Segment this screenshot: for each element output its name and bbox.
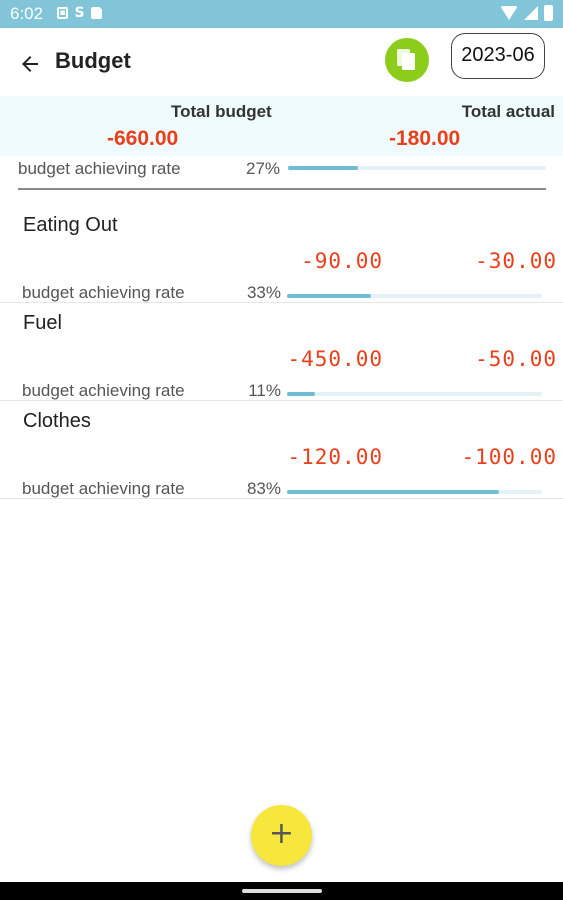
add-budget-button[interactable]: + xyxy=(251,805,312,866)
notification-icon: ▪ xyxy=(57,7,68,19)
item-actual: -50.00 xyxy=(475,347,557,371)
item-progress-fill xyxy=(287,392,316,396)
item-budget: -120.00 xyxy=(287,445,383,469)
summary-progress-bar xyxy=(288,166,546,170)
system-nav-bar xyxy=(0,882,563,900)
total-budget-value: -660.00 xyxy=(107,127,179,150)
s-icon: S xyxy=(74,5,85,21)
item-budget: -450.00 xyxy=(287,347,383,371)
totals-panel: Total budget Total actual -660.00 -180.0… xyxy=(0,96,563,156)
item-progress-fill xyxy=(287,490,499,494)
item-name: Clothes xyxy=(23,410,91,432)
summary-rate-row: budget achieving rate 27% xyxy=(0,156,563,190)
item-rate-percent: 11% xyxy=(248,381,281,400)
budget-item-fuel[interactable]: Fuel -450.00 -50.00 budget achieving rat… xyxy=(0,301,563,401)
item-name: Fuel xyxy=(23,312,62,334)
item-progress-bar xyxy=(287,294,542,298)
summary-progress-fill xyxy=(288,166,358,170)
total-actual-label: Total actual xyxy=(461,102,555,121)
summary-rate-percent: 27% xyxy=(246,159,281,178)
summary-rate-label: budget achieving rate xyxy=(18,159,181,178)
status-time: 6:02 xyxy=(10,4,44,23)
budget-item-eating-out[interactable]: Eating Out -90.00 -30.00 budget achievin… xyxy=(0,203,563,303)
app-bar: Budget 2023-06 xyxy=(0,28,563,96)
total-budget-label: Total budget xyxy=(171,102,272,121)
copy-icon xyxy=(397,49,415,70)
item-rate-label: budget achieving rate xyxy=(22,283,185,302)
summary-divider xyxy=(18,188,546,190)
status-bar: 6:02 ▪ S xyxy=(0,0,563,28)
month-selector-button[interactable]: 2023-06 xyxy=(451,33,545,79)
cell-signal-icon xyxy=(524,6,538,20)
home-gesture-handle[interactable] xyxy=(242,889,322,893)
status-right-icons xyxy=(500,5,553,21)
item-actual: -30.00 xyxy=(475,249,557,273)
copy-button[interactable] xyxy=(385,38,429,82)
divider xyxy=(0,498,563,499)
item-rate-label: budget achieving rate xyxy=(22,479,185,498)
wifi-icon xyxy=(500,6,518,20)
battery-icon xyxy=(544,5,553,21)
status-left-icons: ▪ S xyxy=(57,5,102,21)
page-title: Budget xyxy=(55,48,131,73)
item-name: Eating Out xyxy=(23,214,118,236)
item-progress-fill xyxy=(287,294,372,298)
item-rate-label: budget achieving rate xyxy=(22,381,185,400)
item-rate-percent: 33% xyxy=(246,283,281,302)
total-actual-value: -180.00 xyxy=(389,127,461,150)
sd-card-icon xyxy=(91,7,102,19)
arrow-back-icon[interactable] xyxy=(18,52,42,76)
item-rate-percent: 83% xyxy=(246,479,281,498)
item-progress-bar xyxy=(287,490,542,494)
item-actual: -100.00 xyxy=(461,445,557,469)
budget-item-clothes[interactable]: Clothes -120.00 -100.00 budget achieving… xyxy=(0,399,563,499)
item-progress-bar xyxy=(287,392,542,396)
item-budget: -90.00 xyxy=(301,249,383,273)
